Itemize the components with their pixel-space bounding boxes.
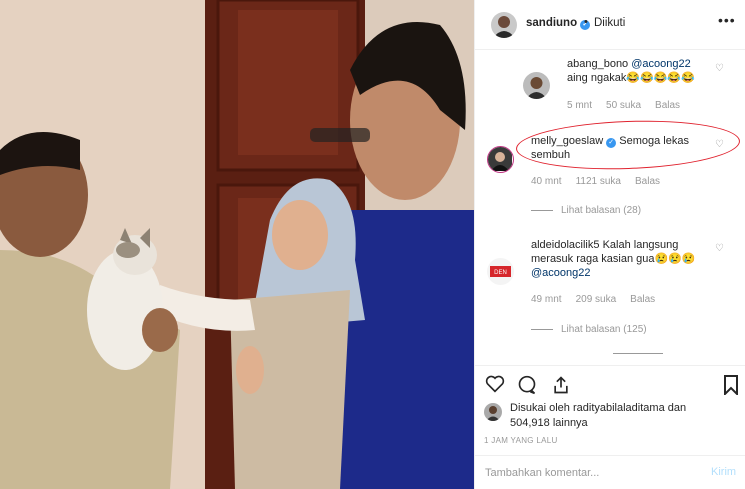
author-username[interactable]: sandiuno ✓ xyxy=(526,17,591,30)
svg-text:DEN: DEN xyxy=(494,270,507,276)
comment-mention[interactable]: @acoong22 xyxy=(631,58,691,70)
comment-time: 49 mnt xyxy=(531,294,562,305)
add-comment-input[interactable] xyxy=(485,464,685,482)
bookmark-icon[interactable] xyxy=(723,375,739,398)
comment-meta: 49 mnt 209 suka Balas xyxy=(531,294,669,305)
post-actions xyxy=(475,365,745,405)
comment-meta: 5 mnt 50 suka Balas xyxy=(567,100,694,111)
comment-reply-button[interactable]: Balas xyxy=(635,176,660,187)
share-icon[interactable] xyxy=(551,375,571,398)
likes-text[interactable]: Disukai oleh radityabilaladitama dan 504… xyxy=(510,401,720,431)
add-comment-bar: Kirim xyxy=(475,455,745,489)
header-separator: • xyxy=(584,16,588,28)
comment-username[interactable]: melly_goeslaw xyxy=(531,135,603,147)
post-header: sandiuno ✓ • Diikuti ••• xyxy=(475,0,745,50)
comment-time: 5 mnt xyxy=(567,100,593,111)
scroll-indicator xyxy=(613,353,663,354)
post-photo xyxy=(0,0,474,489)
commenter-avatar[interactable]: DEN xyxy=(487,258,514,285)
comment-likes[interactable]: 209 suka xyxy=(576,294,617,305)
comment-reply-button[interactable]: Balas xyxy=(630,294,655,305)
comment-text: abang_bono @acoong22 aing ngakak😂😂😂😂😂 xyxy=(567,57,717,85)
view-replies-button[interactable]: Lihat balasan (28) xyxy=(531,205,641,216)
liker-avatar[interactable] xyxy=(484,403,502,421)
comment-username[interactable]: abang_bono xyxy=(567,58,628,70)
post-sidebar: sandiuno ✓ • Diikuti ••• abang_bono @aco… xyxy=(474,0,745,489)
comment-mention[interactable]: @acoong22 xyxy=(531,267,591,279)
comment-body: aing ngakak😂😂😂😂😂 xyxy=(567,72,695,84)
author-avatar[interactable] xyxy=(491,12,517,38)
comment-like-heart-icon[interactable]: ♡ xyxy=(715,139,724,150)
replies-line xyxy=(531,209,553,211)
comment-reply-button[interactable]: Balas xyxy=(655,100,680,111)
comments-list: abang_bono @acoong22 aing ngakak😂😂😂😂😂 ♡ … xyxy=(475,50,745,365)
verified-badge-icon: ✓ xyxy=(606,138,617,148)
comment-likes[interactable]: 50 suka xyxy=(606,100,641,111)
comment-text: melly_goeslaw ✓ Semoga lekas sembuh xyxy=(531,134,711,162)
post-image xyxy=(0,0,474,489)
commenter-avatar[interactable] xyxy=(523,72,550,99)
comment-like-heart-icon[interactable]: ♡ xyxy=(715,63,724,74)
comment-time: 40 mnt xyxy=(531,176,562,187)
follow-status-button[interactable]: Diikuti xyxy=(594,17,625,29)
post-comment-button[interactable]: Kirim xyxy=(711,466,736,478)
comment-username[interactable]: aldeidolacilik5 xyxy=(531,239,600,251)
comment-text: aldeidolacilik5 Kalah langsung merasuk r… xyxy=(531,238,711,280)
more-horizontal-icon[interactable]: ••• xyxy=(718,12,736,28)
comment-like-heart-icon[interactable]: ♡ xyxy=(715,243,724,254)
view-replies-button[interactable]: Lihat balasan (125) xyxy=(531,324,647,335)
comment-meta: 40 mnt 1121 suka Balas xyxy=(531,176,674,187)
commenter-avatar[interactable] xyxy=(487,146,514,173)
comment-icon[interactable] xyxy=(517,375,537,398)
post-time: 1 JAM YANG LALU xyxy=(484,436,558,445)
replies-line xyxy=(531,328,553,330)
heart-icon[interactable] xyxy=(485,375,505,396)
comment-likes[interactable]: 1121 suka xyxy=(576,176,621,187)
